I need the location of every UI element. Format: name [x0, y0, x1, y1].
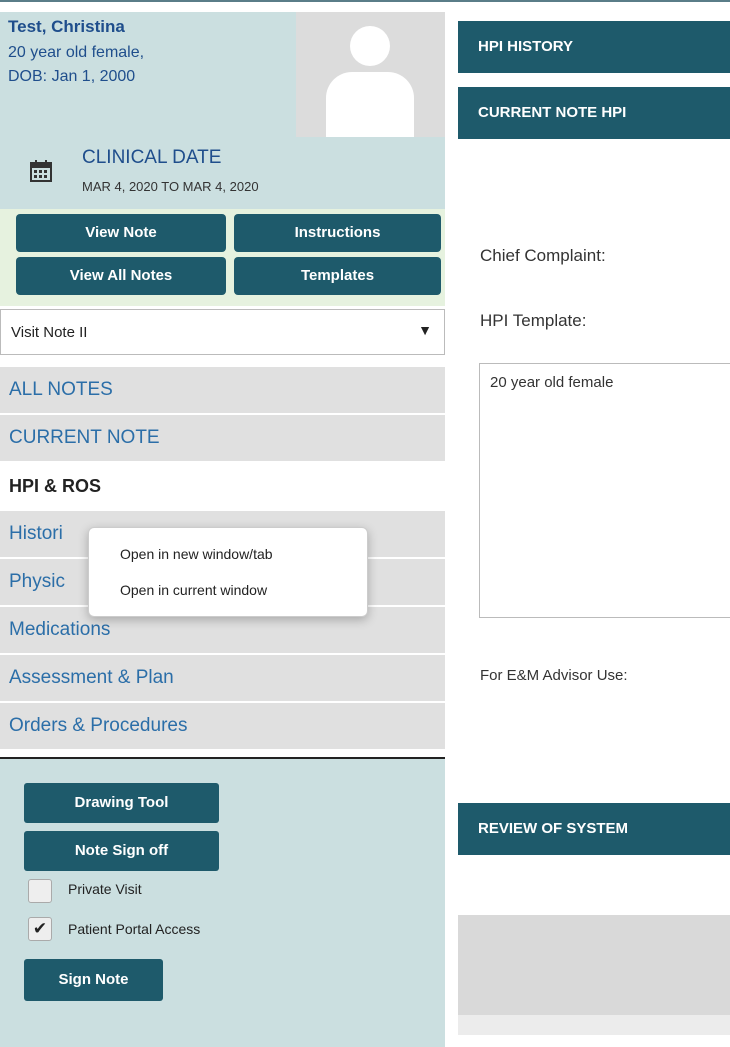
private-visit-label: Private Visit [68, 881, 142, 897]
top-rule [0, 0, 730, 2]
hpi-history-bar[interactable]: HPI HISTORY [458, 21, 730, 73]
context-menu: Open in new window/tab Open in current w… [88, 527, 368, 617]
private-visit-checkbox[interactable] [28, 879, 52, 903]
clinical-date: CLINICAL DATE MAR 4, 2020 TO MAR 4, 2020 [0, 142, 445, 209]
clinical-date-title[interactable]: CLINICAL DATE [82, 147, 221, 169]
em-advisor-label: For E&M Advisor Use: [480, 667, 628, 684]
nav-orders-procedures[interactable]: Orders & Procedures [0, 703, 445, 749]
review-of-system-bar[interactable]: REVIEW OF SYSTEM [458, 803, 730, 855]
avatar [296, 12, 445, 137]
instructions-button[interactable]: Instructions [234, 214, 441, 252]
clinical-date-range: MAR 4, 2020 TO MAR 4, 2020 [82, 179, 259, 194]
content-block [458, 915, 730, 1015]
patient-name[interactable]: Test, Christina [8, 17, 125, 37]
calendar-icon [30, 160, 52, 182]
sign-note-button[interactable]: Sign Note [24, 959, 163, 1001]
nav-current-note[interactable]: CURRENT NOTE [0, 415, 445, 461]
note-sign-off-button[interactable]: Note Sign off [24, 831, 219, 871]
chief-complaint-label: Chief Complaint: [480, 246, 606, 265]
hpi-textarea-text: 20 year old female [490, 374, 614, 391]
context-menu-open-current[interactable]: Open in current window [120, 582, 267, 598]
current-note-hpi-bar[interactable]: CURRENT NOTE HPI [458, 87, 730, 139]
note-buttons: View Note Instructions View All Notes Te… [0, 209, 445, 306]
patient-dob: DOB: Jan 1, 2000 [8, 68, 136, 85]
note-select[interactable]: Visit Note II ▼ [0, 309, 445, 355]
drawing-tool-button[interactable]: Drawing Tool [24, 783, 219, 823]
context-menu-open-new[interactable]: Open in new window/tab [120, 546, 273, 562]
view-all-notes-button[interactable]: View All Notes [16, 257, 226, 295]
portal-access-checkbox[interactable]: ✔ [28, 917, 52, 941]
patient-age-sex: 20 year old female, [8, 44, 145, 61]
hpi-textarea[interactable]: 20 year old female [479, 363, 730, 618]
templates-button[interactable]: Templates [234, 257, 441, 295]
view-note-button[interactable]: View Note [16, 214, 226, 252]
nav-hpi-ros[interactable]: HPI & ROS [0, 463, 445, 509]
nav-assessment-plan[interactable]: Assessment & Plan [0, 655, 445, 701]
bottom-panel: Drawing Tool Note Sign off Private Visit… [0, 757, 445, 1047]
hpi-template-label: HPI Template: [480, 311, 587, 330]
content-block-lower [458, 1015, 730, 1035]
chevron-down-icon: ▼ [418, 322, 432, 338]
sidebar: Test, Christina 20 year old female, DOB:… [0, 12, 445, 1047]
patient-header: Test, Christina 20 year old female, DOB:… [0, 12, 445, 209]
portal-access-label: Patient Portal Access [68, 921, 201, 937]
nav-all-notes[interactable]: ALL NOTES [0, 367, 445, 413]
note-select-value: Visit Note II [11, 324, 88, 341]
